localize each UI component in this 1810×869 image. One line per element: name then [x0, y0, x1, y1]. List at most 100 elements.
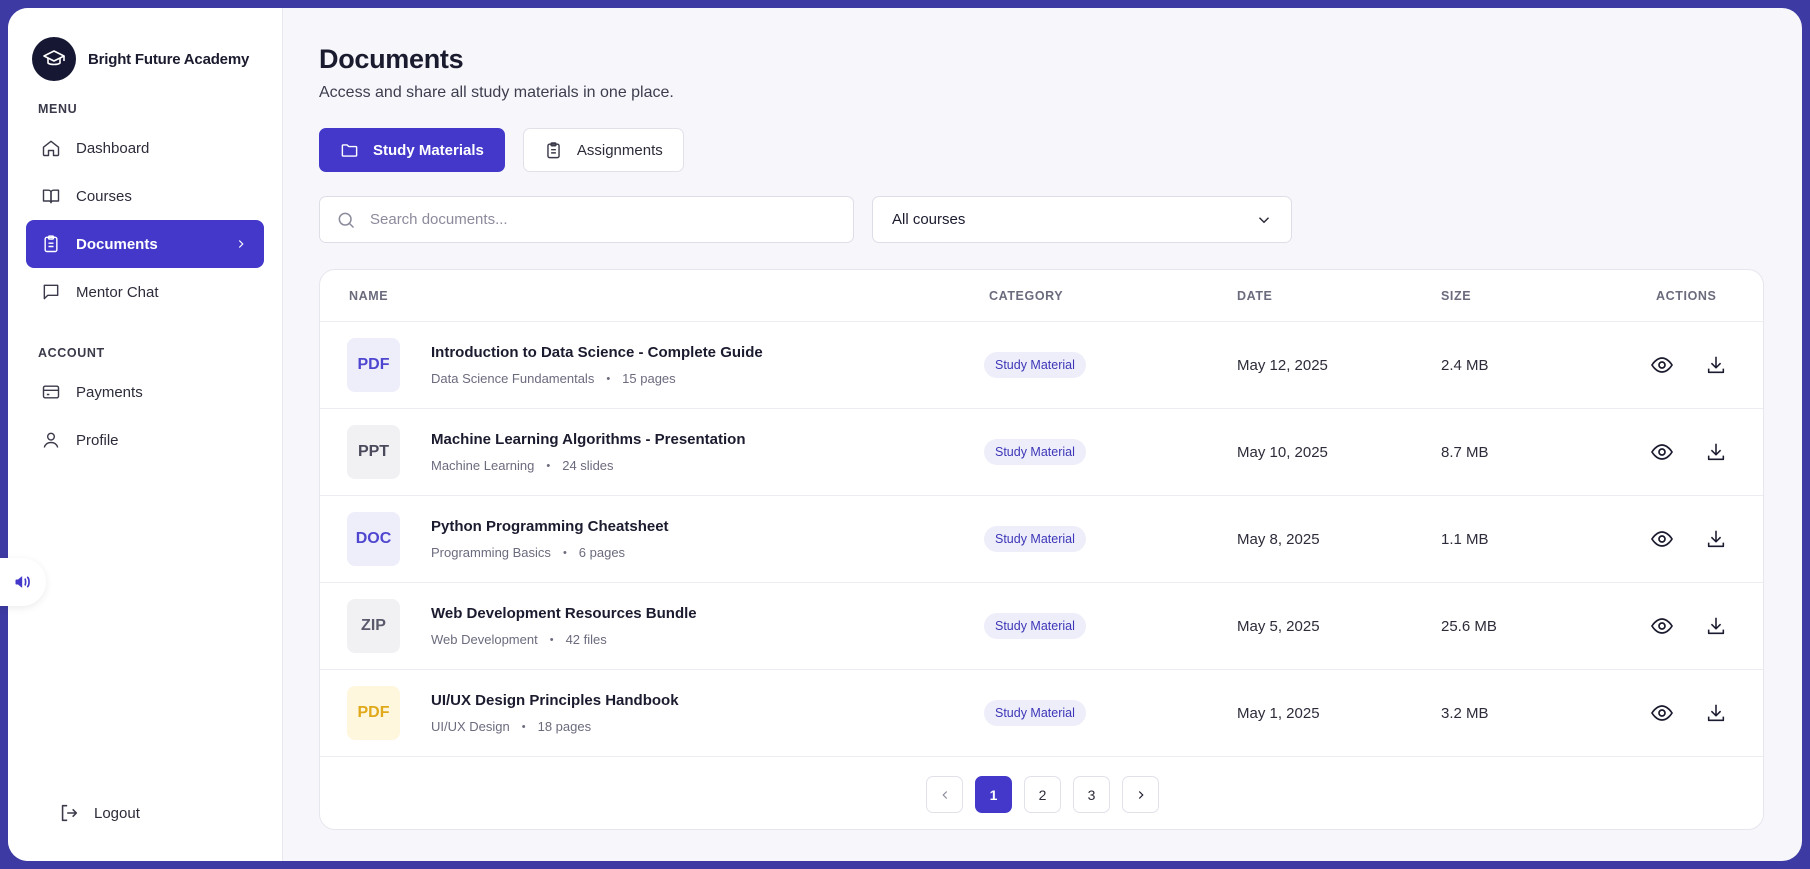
document-name[interactable]: Web Development Resources Bundle: [431, 605, 697, 622]
table-row[interactable]: PPT Machine Learning Algorithms - Presen…: [320, 409, 1763, 496]
download-icon: [1707, 356, 1725, 374]
category-badge: Study Material: [984, 526, 1086, 552]
page-button-1[interactable]: 1: [975, 776, 1012, 813]
document-name[interactable]: Machine Learning Algorithms - Presentati…: [431, 431, 746, 448]
column-header-name[interactable]: NAME: [349, 289, 388, 303]
table-row[interactable]: PDF Introduction to Data Science - Compl…: [320, 322, 1763, 409]
view-button[interactable]: [1650, 701, 1674, 725]
clipboard-icon: [544, 141, 563, 160]
menu-section-label: MENU: [38, 102, 78, 116]
view-button[interactable]: [1650, 440, 1674, 464]
course-filter-value: All courses: [892, 211, 966, 228]
document-size: 3.2 MB: [1441, 704, 1489, 722]
credit-card-icon: [40, 381, 62, 403]
download-button[interactable]: [1705, 354, 1727, 376]
table-row[interactable]: DOC Python Programming Cheatsheet Progra…: [320, 496, 1763, 583]
document-count: 42 files: [565, 632, 607, 647]
document-course: Web Development: [431, 632, 538, 647]
eye-icon: [1651, 531, 1673, 547]
logout-label: Logout: [94, 804, 140, 822]
tab-label: Study Materials: [373, 141, 484, 159]
document-size: 25.6 MB: [1441, 617, 1497, 635]
file-type-badge: PDF: [347, 338, 400, 392]
download-button[interactable]: [1705, 702, 1727, 724]
document-count: 24 slides: [562, 458, 614, 473]
file-type-badge: ZIP: [347, 599, 400, 653]
download-icon: [1707, 617, 1725, 635]
user-icon: [40, 429, 62, 451]
page-subtitle: Access and share all study materials in …: [319, 84, 674, 101]
folder-icon: [340, 141, 359, 160]
download-button[interactable]: [1705, 528, 1727, 550]
eye-icon: [1651, 618, 1673, 634]
document-count: 6 pages: [578, 545, 626, 560]
file-type-badge: PDF: [347, 686, 400, 740]
view-button[interactable]: [1650, 353, 1674, 377]
sidebar: Bright Future Academy MENU Dashboard Cou…: [8, 8, 283, 861]
document-date: May 1, 2025: [1237, 704, 1320, 722]
document-meta: Web Development • 42 files: [431, 632, 607, 647]
chevron-right-icon: [1138, 790, 1144, 799]
document-meta: UI/UX Design • 18 pages: [431, 719, 592, 734]
chat-icon: [40, 281, 62, 303]
home-icon: [40, 137, 62, 159]
category-badge: Study Material: [984, 700, 1086, 726]
tab-assignments[interactable]: Assignments: [522, 128, 684, 172]
tab-label: Assignments: [576, 141, 663, 159]
sidebar-item-dashboard[interactable]: Dashboard: [26, 124, 264, 172]
sidebar-item-label: Courses: [76, 187, 132, 205]
document-date: May 10, 2025: [1237, 443, 1328, 461]
sidebar-item-documents[interactable]: Documents: [26, 220, 264, 268]
eye-icon: [1651, 357, 1673, 373]
column-header-date[interactable]: DATE: [1237, 289, 1273, 303]
view-button[interactable]: [1650, 527, 1674, 551]
next-page-button[interactable]: [1122, 776, 1159, 813]
sidebar-item-profile[interactable]: Profile: [26, 416, 264, 464]
download-button[interactable]: [1705, 441, 1727, 463]
column-header-category[interactable]: CATEGORY: [989, 289, 1063, 303]
page-button-3[interactable]: 3: [1073, 776, 1110, 813]
search-input[interactable]: [370, 211, 810, 228]
logout-icon: [58, 802, 80, 824]
announcements-button[interactable]: [0, 558, 46, 606]
sidebar-item-courses[interactable]: Courses: [26, 172, 264, 220]
document-count: 18 pages: [537, 719, 592, 734]
document-course: Data Science Fundamentals: [431, 371, 595, 386]
document-size: 8.7 MB: [1441, 443, 1489, 461]
column-header-actions: ACTIONS: [1656, 288, 1717, 303]
download-icon: [1707, 704, 1725, 722]
table-row[interactable]: ZIP Web Development Resources Bundle Web…: [320, 583, 1763, 670]
document-name[interactable]: UI/UX Design Principles Handbook: [431, 692, 679, 709]
tab-study-materials[interactable]: Study Materials: [319, 128, 505, 172]
document-meta: Programming Basics • 6 pages: [431, 545, 626, 560]
file-type-badge: PPT: [347, 425, 400, 479]
page-button-2[interactable]: 2: [1024, 776, 1061, 813]
logout-area: Logout: [26, 789, 264, 837]
book-open-icon: [40, 185, 62, 207]
logout-button[interactable]: Logout: [44, 789, 246, 837]
prev-page-button[interactable]: [926, 776, 963, 813]
document-course: UI/UX Design: [431, 719, 510, 734]
download-button[interactable]: [1705, 615, 1727, 637]
document-date: May 12, 2025: [1237, 356, 1328, 374]
view-button[interactable]: [1650, 614, 1674, 638]
column-header-size[interactable]: SIZE: [1441, 289, 1471, 303]
category-badge: Study Material: [984, 352, 1086, 378]
document-meta: Data Science Fundamentals • 15 pages: [431, 371, 676, 386]
course-filter-select[interactable]: All courses: [872, 196, 1292, 243]
document-date: May 5, 2025: [1237, 617, 1320, 635]
sidebar-item-label: Payments: [76, 383, 143, 401]
document-name[interactable]: Introduction to Data Science - Complete …: [431, 344, 763, 361]
brand: Bright Future Academy: [8, 8, 282, 86]
table-row[interactable]: PDF UI/UX Design Principles Handbook UI/…: [320, 670, 1763, 757]
graduation-cap-icon: [32, 37, 76, 81]
document-meta: Machine Learning • 24 slides: [431, 458, 614, 473]
sidebar-item-payments[interactable]: Payments: [26, 368, 264, 416]
sidebar-item-mentor-chat[interactable]: Mentor Chat: [26, 268, 264, 316]
eye-icon: [1651, 705, 1673, 721]
megaphone-icon: [15, 576, 30, 588]
document-name[interactable]: Python Programming Cheatsheet: [431, 518, 669, 535]
document-size: 2.4 MB: [1441, 356, 1489, 374]
sidebar-item-label: Dashboard: [76, 139, 150, 157]
download-icon: [1707, 443, 1725, 461]
